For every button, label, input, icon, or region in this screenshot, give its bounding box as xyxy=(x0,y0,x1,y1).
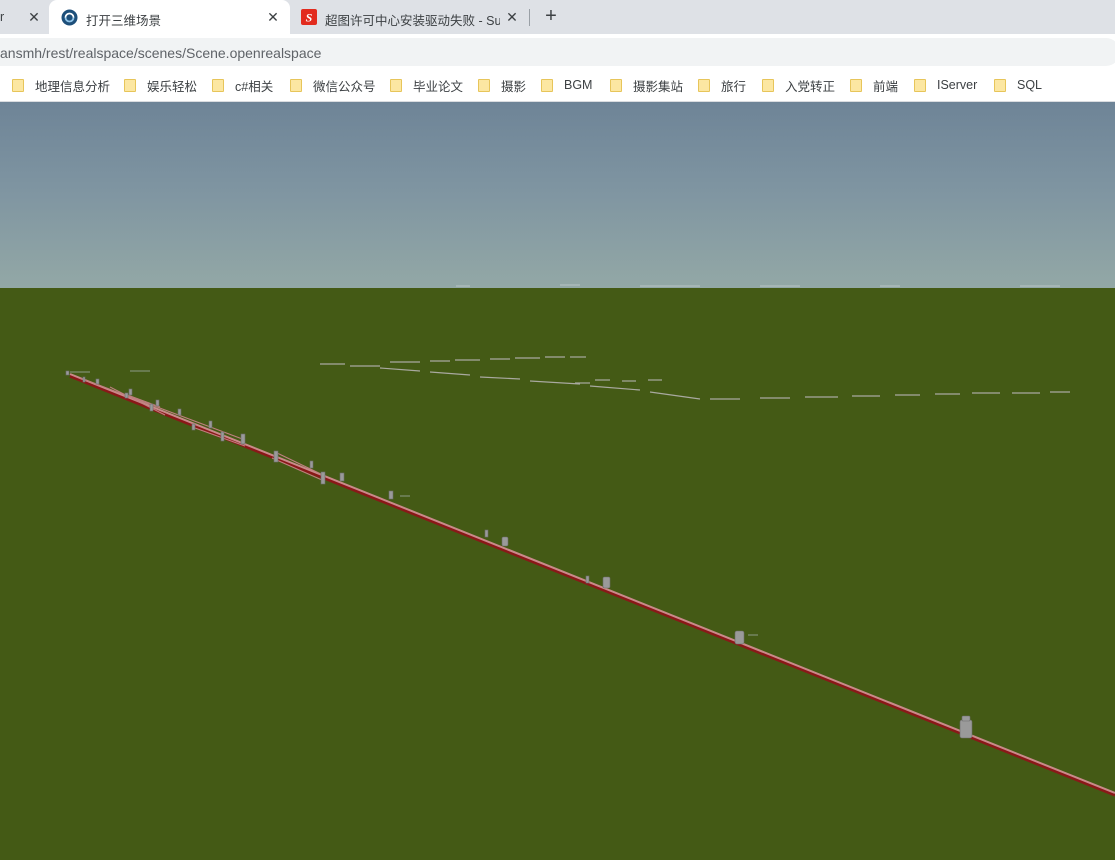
folder-icon xyxy=(390,78,402,92)
bookmark-folder[interactable]: 旅行 xyxy=(698,69,746,101)
bookmark-folder[interactable]: IServer xyxy=(914,69,977,101)
ground-markers xyxy=(70,370,758,636)
tab-title: 超图许可中心安装驱动失败 - Sup xyxy=(325,14,500,28)
folder-icon xyxy=(12,78,24,92)
distant-pipeline xyxy=(320,356,1070,400)
bookmark-folder[interactable]: c#相关 xyxy=(212,69,273,101)
bookmark-label: 毕业论文 xyxy=(413,79,464,94)
close-icon[interactable]: ✕ xyxy=(26,9,42,25)
bookmark-folder[interactable]: SQL xyxy=(994,69,1042,101)
bookmark-folder[interactable]: 微信公众号 xyxy=(290,69,376,101)
bookmark-folder[interactable]: 地理信息分析 xyxy=(12,69,110,101)
tab-title: r xyxy=(0,10,5,24)
bookmark-label: 地理信息分析 xyxy=(35,79,111,94)
bookmark-label: 旅行 xyxy=(721,79,747,94)
bookmark-label: 入党转正 xyxy=(785,79,836,94)
bookmark-folder[interactable]: 毕业论文 xyxy=(390,69,463,101)
bookmark-label: 摄影 xyxy=(501,79,527,94)
address-bar[interactable]: ansmh/rest/realspace/scenes/Scene.openre… xyxy=(0,38,1115,66)
tab-supermap-license[interactable]: S 超图许可中心安装驱动失败 - Sup ✕ xyxy=(290,0,528,34)
csdn-logo-icon: S xyxy=(301,9,317,25)
folder-icon xyxy=(994,78,1006,92)
folder-icon xyxy=(290,78,302,92)
bookmark-folder[interactable]: 前端 xyxy=(850,69,898,101)
tab-separator xyxy=(529,9,530,26)
bookmark-folder[interactable]: BGM xyxy=(541,69,592,101)
pipeline-layer xyxy=(65,284,1115,797)
3d-scene-viewport[interactable] xyxy=(0,102,1115,860)
svg-text:S: S xyxy=(306,11,313,25)
folder-icon xyxy=(762,78,774,92)
new-tab-button[interactable]: + xyxy=(540,5,562,27)
tab-title: 打开三维场景 xyxy=(86,14,162,28)
bookmark-folder[interactable]: 摄影集站 xyxy=(610,69,683,101)
folder-icon xyxy=(541,78,553,92)
folder-icon xyxy=(124,78,136,92)
bookmark-label: BGM xyxy=(564,78,593,92)
bookmark-label: 摄影集站 xyxy=(633,79,684,94)
pipe-well[interactable] xyxy=(959,719,973,739)
bookmark-folder[interactable]: 摄影 xyxy=(478,69,526,101)
bookmark-folder[interactable]: 入党转正 xyxy=(762,69,835,101)
toolbar: ansmh/rest/realspace/scenes/Scene.openre… xyxy=(0,34,1115,69)
bookmarks-bar: 地理信息分析 娱乐轻松 c#相关 微信公众号 毕业论文 摄影 BGM 摄影集站 … xyxy=(0,69,1115,102)
close-icon[interactable]: ✕ xyxy=(504,9,520,25)
tab-active[interactable]: 打开三维场景 ✕ xyxy=(49,0,290,34)
folder-icon xyxy=(914,78,926,92)
horizon-objects xyxy=(456,284,1060,287)
tab-strip: r ✕ 打开三维场景 ✕ S 超图许可中心安装驱动失败 - Sup ✕ + xyxy=(0,0,1115,34)
folder-icon xyxy=(610,78,622,92)
close-icon[interactable]: ✕ xyxy=(265,9,281,25)
bookmark-label: 微信公众号 xyxy=(313,79,376,94)
folder-icon xyxy=(698,78,710,92)
bookmark-label: SQL xyxy=(1017,78,1043,92)
supermap-logo-icon xyxy=(61,9,78,26)
tab-previous[interactable]: r ✕ xyxy=(0,0,48,34)
folder-icon xyxy=(850,78,862,92)
bookmark-label: IServer xyxy=(937,78,978,92)
main-pipeline[interactable] xyxy=(69,373,1115,797)
url-text[interactable]: ansmh/rest/realspace/scenes/Scene.openre… xyxy=(0,45,321,61)
pipe-well[interactable] xyxy=(734,630,745,645)
pipe-well[interactable] xyxy=(501,536,509,547)
folder-icon xyxy=(478,78,490,92)
folder-icon xyxy=(212,78,224,92)
pipe-well[interactable] xyxy=(602,576,611,589)
bookmark-label: 前端 xyxy=(873,79,899,94)
bookmark-folder[interactable]: 娱乐轻松 xyxy=(124,69,197,101)
bookmark-label: c#相关 xyxy=(235,79,274,94)
bookmark-label: 娱乐轻松 xyxy=(147,79,198,94)
